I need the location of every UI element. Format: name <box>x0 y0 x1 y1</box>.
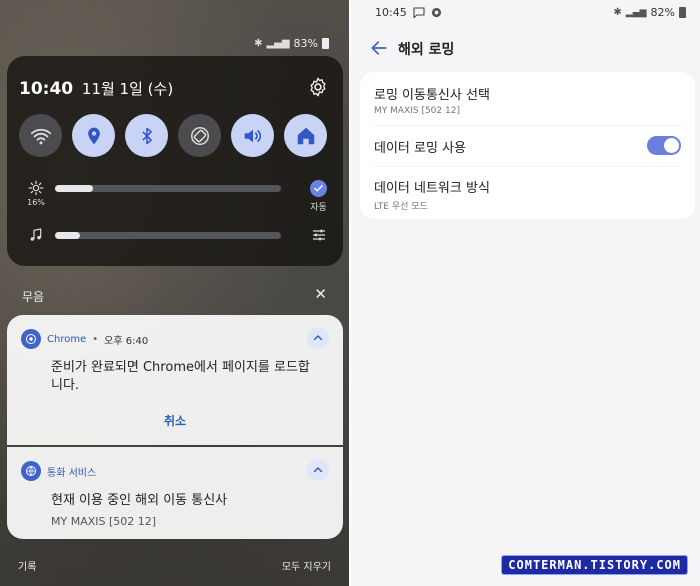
chrome-app-icon <box>21 329 41 349</box>
notification-call-service[interactable]: 통화 서비스 현재 이용 중인 해외 이동 통신사 MY MAXIS [502 … <box>7 447 343 539</box>
sun-icon <box>28 180 44 196</box>
media-label <box>21 227 51 245</box>
battery-icon <box>322 38 329 49</box>
history-button[interactable]: 기록 <box>18 558 36 573</box>
media-volume-fill <box>55 232 80 239</box>
notification-app-name: Chrome <box>47 333 87 345</box>
brightness-level: 16% <box>27 198 45 207</box>
signal-icon: ▂▄▆ <box>266 38 290 49</box>
cancel-button[interactable]: 취소 <box>7 412 343 429</box>
tile-wifi[interactable] <box>19 114 62 157</box>
back-arrow-icon[interactable] <box>369 38 389 58</box>
notification-header: Chrome • 오후 6:40 <box>21 329 148 349</box>
page-title: 해외 로밍 <box>398 42 455 58</box>
bluetooth-status-icon: ✱ <box>613 7 622 18</box>
auto-brightness[interactable]: 자동 <box>310 180 327 213</box>
notification-app-name: 통화 서비스 <box>47 467 97 479</box>
notification-subtext: MY MAXIS [502 12] <box>51 515 157 528</box>
setting-title: 데이터 로밍 사용 <box>374 141 466 156</box>
status-time: 10:45 <box>375 6 407 19</box>
divider <box>374 125 681 126</box>
wifi-icon <box>30 128 51 144</box>
separator-dot: • <box>92 333 99 345</box>
tile-bluetooth[interactable] <box>125 114 168 157</box>
quick-panel-datetime: 10:40 11월 1일 (수) <box>19 78 173 99</box>
home-icon <box>297 127 314 144</box>
media-volume-slider[interactable] <box>55 232 281 239</box>
brightness-slider-fill <box>55 185 94 192</box>
clock: 10:40 <box>19 79 74 99</box>
notification-shade: ✱ ▂▄▆ 83% 10:40 11월 1일 (수) 16% 자동 무음 ✕ C… <box>0 0 349 586</box>
status-bar-right: ✱ ▂▄▆ 82% <box>613 6 686 19</box>
notification-time: 오후 6:40 <box>104 335 149 347</box>
bluetooth-icon <box>141 127 152 144</box>
quick-panel: 10:40 11월 1일 (수) 16% 자동 <box>7 56 343 266</box>
equalizer-icon[interactable] <box>311 227 327 243</box>
setting-network-mode[interactable]: 데이터 네트워크 방식 LTE 우선 모드 <box>374 177 684 212</box>
settings-gear-icon[interactable] <box>307 76 329 98</box>
divider <box>374 166 681 167</box>
notification-header: 통화 서비스 <box>21 461 96 481</box>
setting-subtitle: MY MAXIS [502 12] <box>374 106 460 116</box>
tile-auto-rotate[interactable] <box>178 114 221 157</box>
media-row <box>21 227 51 245</box>
signal-icon: ▂▄▆ <box>625 7 647 18</box>
brightness-slider[interactable] <box>55 185 281 192</box>
battery-icon <box>679 7 686 18</box>
battery-percent: 82% <box>650 6 675 19</box>
battery-percent: 83% <box>293 37 318 50</box>
notification-body: 현재 이용 중인 해외 이동 통신사 <box>51 493 228 508</box>
setting-data-roaming[interactable]: 데이터 로밍 사용 <box>374 137 684 156</box>
status-bar: ✱ ▂▄▆ 83% <box>254 37 329 50</box>
location-pin-icon <box>87 127 100 144</box>
rotate-lock-icon <box>190 126 209 145</box>
status-bar-left: 10:45 <box>375 6 442 19</box>
bluetooth-status-icon: ✱ <box>254 38 263 49</box>
data-roaming-toggle[interactable] <box>647 136 681 155</box>
speaker-icon <box>244 129 261 142</box>
settings-card: 로밍 이동통신사 선택 MY MAXIS [502 12] 데이터 로밍 사용 … <box>360 72 695 219</box>
chrome-status-icon <box>431 7 441 18</box>
muted-section-label: 무음 <box>22 290 45 304</box>
roaming-settings-screen: 10:45 ✱ ▂▄▆ 82% 해외 로밍 로밍 이동통신사 선택 MY MAX… <box>351 0 700 586</box>
tile-location[interactable] <box>72 114 115 157</box>
setting-select-carrier[interactable]: 로밍 이동통신사 선택 MY MAXIS [502 12] <box>374 84 684 116</box>
tile-sound[interactable] <box>231 114 274 157</box>
clear-all-button[interactable]: 모두 지우기 <box>282 558 331 573</box>
date: 11월 1일 (수) <box>81 80 174 98</box>
tile-home[interactable] <box>284 114 327 157</box>
setting-title: 데이터 네트워크 방식 <box>374 181 490 196</box>
close-icon[interactable]: ✕ <box>314 285 327 303</box>
collapse-chevron-icon[interactable] <box>307 459 329 481</box>
check-icon <box>310 180 327 197</box>
message-icon <box>413 7 425 18</box>
watermark: COMTERMAN.TISTORY.COM <box>501 555 688 575</box>
auto-label: 자동 <box>310 203 327 213</box>
brightness-label: 16% <box>21 180 51 207</box>
setting-subtitle: LTE 우선 모드 <box>374 202 428 212</box>
notification-chrome[interactable]: Chrome • 오후 6:40 준비가 완료되면 Chrome에서 페이지를 … <box>7 315 343 445</box>
notification-body: 준비가 완료되면 Chrome에서 페이지를 로드합니다. <box>51 360 310 393</box>
globe-app-icon <box>21 461 41 481</box>
music-note-icon <box>30 228 42 241</box>
quick-tiles <box>19 114 327 157</box>
setting-title: 로밍 이동통신사 선택 <box>374 88 490 103</box>
collapse-chevron-icon[interactable] <box>307 327 329 349</box>
brightness-row: 16% <box>21 180 51 207</box>
toggle-knob <box>664 138 679 153</box>
